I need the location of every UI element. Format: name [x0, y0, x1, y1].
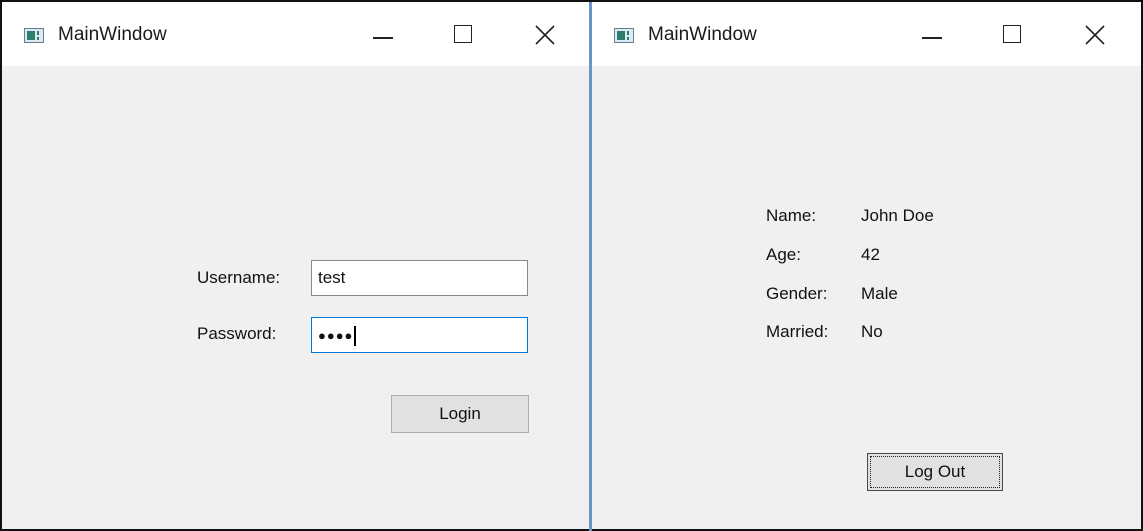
- logout-button-label: Log Out: [904, 462, 966, 481]
- name-label: Name:: [766, 206, 817, 225]
- minimize-button[interactable]: [361, 20, 401, 50]
- window-title: MainWindow: [58, 24, 167, 45]
- close-button[interactable]: [1074, 20, 1114, 50]
- login-button[interactable]: Login: [391, 395, 529, 433]
- married-value: No: [861, 322, 883, 341]
- maximize-icon: [454, 25, 472, 43]
- login-button-label: Login: [439, 404, 481, 423]
- name-value: John Doe: [861, 206, 934, 225]
- text-caret: [354, 326, 356, 346]
- username-label: Username:: [197, 268, 281, 287]
- age-label: Age:: [766, 245, 801, 264]
- title-bar[interactable]: MainWindow: [592, 2, 1141, 66]
- gender-label: Gender:: [766, 284, 828, 303]
- close-button[interactable]: [524, 20, 564, 50]
- password-masked-value: ●●●●: [318, 328, 354, 343]
- screenshot-frame: MainWindow Username: test Password: ●●●●: [0, 0, 1143, 531]
- maximize-button[interactable]: [991, 20, 1031, 50]
- title-bar[interactable]: MainWindow: [2, 2, 589, 66]
- username-input[interactable]: test: [311, 260, 528, 296]
- logout-button[interactable]: Log Out: [867, 453, 1003, 491]
- minimize-icon: [373, 37, 393, 39]
- app-icon: [24, 28, 44, 43]
- gender-value: Male: [861, 284, 898, 303]
- minimize-icon: [922, 37, 942, 39]
- age-value: 42: [861, 245, 880, 264]
- password-input[interactable]: ●●●●: [311, 317, 528, 353]
- married-label: Married:: [766, 322, 829, 341]
- close-icon: [535, 25, 555, 45]
- window-title: MainWindow: [648, 24, 757, 45]
- maximize-icon: [1003, 25, 1021, 43]
- maximize-button[interactable]: [442, 20, 482, 50]
- app-icon: [614, 28, 634, 43]
- login-window: MainWindow Username: test Password: ●●●●: [2, 2, 589, 529]
- profile-window: MainWindow Name: John Doe Age: 42 Gender…: [592, 2, 1141, 529]
- minimize-button[interactable]: [910, 20, 950, 50]
- password-label: Password:: [197, 324, 277, 343]
- username-value: test: [318, 268, 346, 287]
- close-icon: [1085, 25, 1105, 45]
